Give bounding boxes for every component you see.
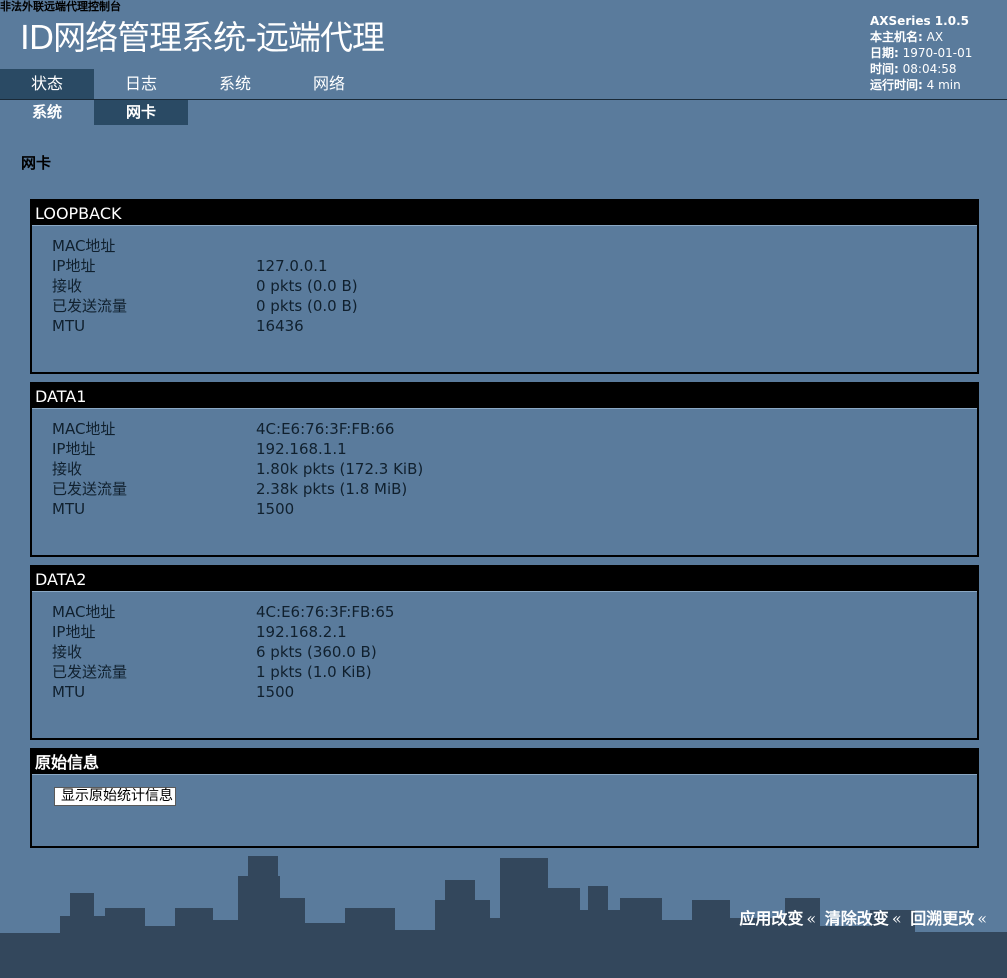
date-line: 日期: 1970-01-01 [870, 45, 972, 61]
version-label: AXSeries 1.0.5 [870, 14, 969, 28]
ip-row: IP地址 192.168.1.1 [52, 439, 977, 459]
interface-name: DATA2 [32, 567, 977, 591]
row-value: 1 pkts (1.0 KiB) [256, 663, 372, 681]
row-value: 192.168.1.1 [256, 440, 347, 458]
tab-status[interactable]: 状态 [0, 69, 94, 99]
tx-row: 已发送流量 1 pkts (1.0 KiB) [52, 662, 977, 682]
tx-row: 已发送流量 2.38k pkts (1.8 MiB) [52, 479, 977, 499]
row-label: MTU [52, 317, 86, 335]
row-value: 6 pkts (360.0 B) [256, 643, 377, 661]
rx-row: 接收 0 pkts (0.0 B) [52, 276, 977, 296]
row-value: 1500 [256, 500, 295, 518]
row-value: 1500 [256, 683, 295, 701]
row-label: MAC地址 [52, 603, 116, 621]
row-label: MTU [52, 500, 86, 518]
raw-info-title: 原始信息 [32, 750, 977, 774]
interface-panel-loopback: LOOPBACK MAC地址 IP地址 127.0.0.1 接收 0 pkts (0… [30, 199, 979, 374]
row-label: MTU [52, 683, 86, 701]
mac-row: MAC地址 [52, 236, 977, 256]
mac-row: MAC地址 4C:E6:76:3F:FB:66 [52, 419, 977, 439]
row-label: IP地址 [52, 440, 96, 458]
footer-actions: 应用改变 « 清除改变 « 回溯更改 « [739, 905, 990, 929]
show-raw-stats-button[interactable]: 显示原始统计信息 [54, 787, 176, 806]
interface-panel-data1: DATA1 MAC地址 4C:E6:76:3F:FB:66 IP地址 192.168… [30, 382, 979, 557]
rx-row: 接收 1.80k pkts (172.3 KiB) [52, 459, 977, 479]
row-value: 0 pkts (0.0 B) [256, 277, 358, 295]
row-value: 0 pkts (0.0 B) [256, 297, 358, 315]
row-label: 已发送流量 [52, 297, 128, 315]
mtu-row: MTU 16436 [52, 316, 977, 336]
subtab-nic[interactable]: 网卡 [94, 100, 188, 125]
row-value: 127.0.0.1 [256, 257, 328, 275]
row-value: 4C:E6:76:3F:FB:65 [256, 603, 395, 621]
hostname-line: 本主机名: AX [870, 29, 972, 45]
row-label: 接收 [52, 460, 83, 478]
interface-panel-data2: DATA2 MAC地址 4C:E6:76:3F:FB:65 IP地址 192.168… [30, 565, 979, 740]
interface-name: LOOPBACK [32, 201, 977, 225]
tab-logs[interactable]: 日志 [94, 69, 188, 99]
separator: « [891, 909, 902, 928]
row-value: 16436 [256, 317, 304, 335]
main-nav: 状态 日志 系统 网络 [0, 69, 1007, 100]
separator: « [977, 909, 987, 928]
row-label: MAC地址 [52, 237, 116, 255]
ip-row: IP地址 192.168.2.1 [52, 622, 977, 642]
subtab-system[interactable]: 系统 [0, 100, 94, 125]
ip-row: IP地址 127.0.0.1 [52, 256, 977, 276]
clear-changes-link[interactable]: 清除改变 [825, 909, 889, 928]
raw-info-panel: 原始信息 显示原始统计信息 [30, 748, 979, 848]
hostname-key: 本主机名: [870, 30, 923, 44]
rx-row: 接收 6 pkts (360.0 B) [52, 642, 977, 662]
apply-changes-link[interactable]: 应用改变 [739, 909, 803, 928]
interface-name: DATA1 [32, 384, 977, 408]
row-value: 192.168.2.1 [256, 623, 347, 641]
row-value: 2.38k pkts (1.8 MiB) [256, 480, 408, 498]
row-label: 已发送流量 [52, 663, 128, 681]
sub-nav: 系统 网卡 [0, 100, 400, 125]
row-label: 接收 [52, 277, 83, 295]
row-label: 接收 [52, 643, 83, 661]
app-title: ID网络管理系统-远端代理 [20, 18, 385, 57]
mtu-row: MTU 1500 [52, 499, 977, 519]
console-caption: 非法外联远端代理控制台 [0, 0, 121, 13]
hostname-value: AX [926, 30, 944, 44]
revert-changes-link[interactable]: 回溯更改 [910, 909, 974, 928]
mtu-row: MTU 1500 [52, 682, 977, 702]
row-label: 已发送流量 [52, 480, 128, 498]
mac-row: MAC地址 4C:E6:76:3F:FB:65 [52, 602, 977, 622]
tab-network[interactable]: 网络 [282, 69, 376, 99]
row-label: IP地址 [52, 257, 96, 275]
row-label: IP地址 [52, 623, 96, 641]
page-title: 网卡 [21, 154, 52, 172]
row-value: 4C:E6:76:3F:FB:66 [256, 420, 395, 438]
tab-system[interactable]: 系统 [188, 69, 282, 99]
date-key: 日期: [870, 46, 899, 60]
tx-row: 已发送流量 0 pkts (0.0 B) [52, 296, 977, 316]
row-label: MAC地址 [52, 420, 116, 438]
separator: « [806, 909, 817, 928]
date-value: 1970-01-01 [902, 46, 973, 60]
row-value: 1.80k pkts (172.3 KiB) [256, 460, 424, 478]
